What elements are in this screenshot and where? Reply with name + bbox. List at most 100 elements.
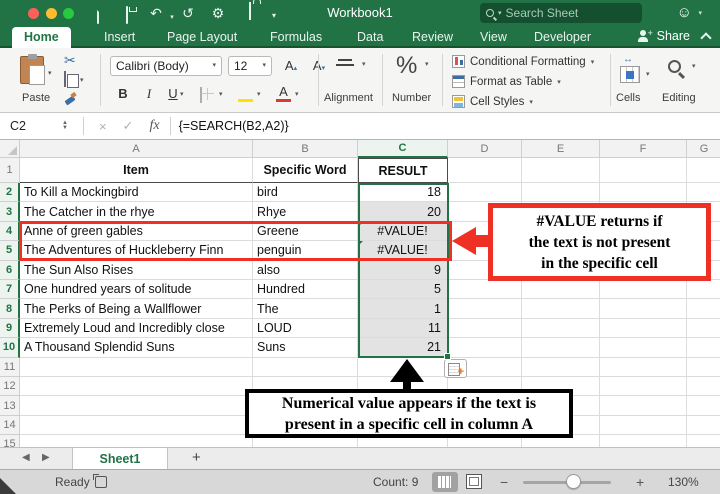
row-header-1[interactable]: 1 (0, 158, 20, 183)
column-header-B[interactable]: B (253, 140, 358, 158)
name-box[interactable]: C2 (0, 119, 62, 133)
tab-data[interactable]: Data (345, 27, 395, 48)
cell-E7[interactable] (522, 280, 600, 300)
cell-B1[interactable]: Specific Word (253, 158, 358, 183)
cell-B10[interactable]: Suns (253, 338, 358, 358)
cell-G8[interactable] (687, 299, 720, 319)
cell-E1[interactable] (522, 158, 600, 183)
cell-F7[interactable] (600, 280, 687, 300)
share-button[interactable]: + Share (637, 28, 690, 43)
cell-F12[interactable] (600, 377, 687, 397)
cell-A9[interactable]: Extremely Loud and Incredibly close (20, 318, 253, 339)
cell-G12[interactable] (687, 377, 720, 397)
column-header-D[interactable]: D (448, 140, 522, 158)
paste-options-icon[interactable] (444, 359, 467, 378)
fill-handle[interactable] (444, 353, 451, 360)
zoom-out-button[interactable]: − (500, 474, 508, 490)
tab-view[interactable]: View (468, 27, 519, 48)
column-header-C[interactable]: C (358, 140, 448, 158)
cell-B8[interactable]: The (253, 299, 358, 319)
row-header-10[interactable]: 10 (0, 338, 20, 358)
cell-D9[interactable] (448, 318, 522, 339)
cell-D8[interactable] (448, 299, 522, 319)
editing-dropdown-icon[interactable]: ▾ (692, 62, 696, 70)
bold-button[interactable]: B (112, 84, 134, 104)
cell-F13[interactable] (600, 396, 687, 416)
zoom-slider-handle[interactable] (566, 474, 581, 489)
font-color-button[interactable]: A (276, 84, 291, 104)
font-color-dropdown-icon[interactable]: ▾ (295, 90, 299, 98)
cell-G10[interactable] (687, 338, 720, 358)
cell-A10[interactable]: A Thousand Splendid Suns (20, 338, 253, 358)
cell-C3[interactable]: 20 (358, 202, 448, 222)
formula-input[interactable]: {=SEARCH(B2,A2)} (179, 119, 289, 133)
add-sheet-button[interactable]: + (192, 449, 201, 466)
alignment-dropdown-icon[interactable]: ▾ (362, 60, 366, 68)
row-header-5[interactable]: 5 (0, 241, 20, 261)
cut-icon[interactable]: ✂ (64, 52, 76, 69)
cell-B11[interactable] (253, 357, 358, 377)
cell-C6[interactable]: 9 (358, 260, 448, 280)
editing-icon[interactable] (668, 60, 681, 73)
cell-G14[interactable] (687, 416, 720, 436)
cell-A1[interactable]: Item (20, 158, 253, 183)
macro-record-icon[interactable] (93, 474, 107, 488)
cell-F10[interactable] (600, 338, 687, 358)
cell-A8[interactable]: The Perks of Being a Wallflower (20, 299, 253, 319)
cell-G9[interactable] (687, 319, 720, 339)
borders-dropdown-icon[interactable]: ▾ (219, 90, 223, 98)
cell-D7[interactable] (448, 280, 522, 300)
cell-C9[interactable]: 11 (358, 318, 448, 339)
cell-C2[interactable]: 18 (358, 183, 448, 203)
cell-A2[interactable]: To Kill a Mockingbird (20, 183, 253, 203)
tab-home[interactable]: Home (12, 27, 71, 48)
cell-B3[interactable]: Rhye (253, 202, 358, 222)
collapse-ribbon-icon[interactable] (700, 32, 712, 44)
tab-review[interactable]: Review (400, 27, 465, 48)
cell-F11[interactable] (600, 357, 687, 377)
shrink-font-button[interactable]: A▾ (308, 56, 330, 76)
cell-E9[interactable] (522, 318, 600, 339)
select-all-corner[interactable] (0, 140, 20, 158)
cell-C8[interactable]: 1 (358, 299, 448, 319)
cell-E2[interactable] (522, 183, 600, 203)
row-header-14[interactable]: 14 (0, 415, 20, 436)
normal-view-button[interactable] (432, 472, 458, 492)
page-layout-view-button[interactable] (466, 474, 482, 489)
cell-B7[interactable]: Hundred (253, 280, 358, 300)
cell-F14[interactable] (600, 415, 687, 436)
conditional-formatting-button[interactable]: Conditional Formatting ▾ (452, 53, 612, 70)
cell-B2[interactable]: bird (253, 183, 358, 203)
tab-page-layout[interactable]: Page Layout (155, 27, 249, 48)
settings-gears-icon[interactable]: ⚙ (208, 3, 228, 23)
cell-A12[interactable] (20, 377, 253, 397)
grow-font-button[interactable]: A▴ (280, 56, 302, 76)
cell-B9[interactable]: LOUD (253, 318, 358, 339)
confirm-entry-icon[interactable]: ✓ (123, 118, 134, 134)
tab-formulas[interactable]: Formulas (258, 27, 334, 48)
sheet-tab-sheet1[interactable]: Sheet1 (72, 448, 168, 470)
underline-dropdown-icon[interactable]: ▾ (180, 90, 184, 98)
insert-function-icon[interactable]: fx (149, 118, 159, 134)
save-icon[interactable] (117, 5, 137, 25)
cell-G15[interactable] (687, 435, 720, 447)
fill-color-button[interactable] (238, 86, 253, 104)
cancel-entry-icon[interactable]: × (99, 119, 107, 134)
cell-A14[interactable] (20, 415, 253, 436)
paste-dropdown-icon[interactable]: ▾ (48, 64, 52, 78)
toolbar-overflow-icon[interactable]: ▾ (264, 6, 284, 26)
cells-dropdown-icon[interactable]: ▾ (646, 70, 650, 78)
zoom-in-button[interactable]: + (636, 474, 644, 490)
cell-C1[interactable]: RESULT (358, 158, 448, 183)
row-header-3[interactable]: 3 (0, 202, 20, 222)
prev-sheet-icon[interactable]: ◀ (22, 452, 30, 463)
italic-button[interactable]: I (138, 84, 160, 104)
cell-A13[interactable] (20, 396, 253, 416)
row-header-15[interactable]: 15 (0, 435, 20, 447)
zoom-window-button[interactable] (63, 8, 74, 19)
row-header-9[interactable]: 9 (0, 318, 20, 339)
cell-A6[interactable]: The Sun Also Rises (20, 260, 253, 280)
row-header-13[interactable]: 13 (0, 396, 20, 416)
minimize-window-button[interactable] (46, 8, 57, 19)
search-field[interactable]: ▾ Search Sheet (480, 3, 642, 23)
